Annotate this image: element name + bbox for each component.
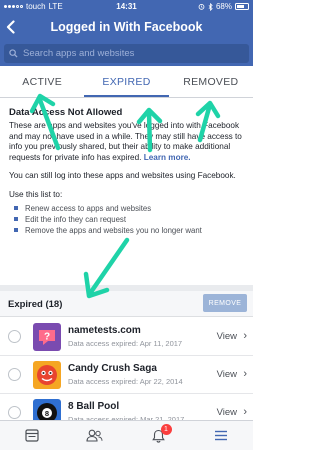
- expired-header: Expired (18) REMOVE: [0, 291, 253, 317]
- search-icon: [9, 49, 18, 58]
- use-list-item: Edit the info they can request: [9, 214, 246, 225]
- use-list-title: Use this list to:: [9, 189, 63, 199]
- list-item[interactable]: ? nametests.com Data access expired: Apr…: [0, 318, 253, 356]
- tab-menu[interactable]: [190, 421, 253, 450]
- bullet-icon: [14, 217, 18, 221]
- alarm-icon: [198, 3, 205, 10]
- nav-bar: Logged in With Facebook: [0, 14, 253, 42]
- search-bar: [0, 42, 253, 66]
- tab-active[interactable]: ACTIVE: [0, 66, 84, 97]
- status-bar: touch LTE 14:31 68%: [0, 0, 253, 14]
- chevron-right-icon: ›: [243, 330, 247, 342]
- bullet-icon: [14, 206, 18, 210]
- search-input[interactable]: [23, 48, 223, 59]
- info-paragraph-text: These are apps and websites you've logge…: [9, 121, 242, 162]
- info-panel: Data Access Not Allowed These are apps a…: [0, 99, 253, 285]
- select-radio[interactable]: [8, 406, 21, 419]
- select-radio[interactable]: [8, 368, 21, 381]
- remove-button[interactable]: REMOVE: [203, 294, 247, 312]
- tab-friends[interactable]: [63, 421, 126, 450]
- status-right: 68%: [198, 2, 249, 11]
- app-expired-date: Data access expired: Apr 22, 2014: [68, 377, 183, 386]
- svg-text:8: 8: [45, 409, 49, 418]
- select-radio[interactable]: [8, 330, 21, 343]
- news-feed-icon: [25, 429, 39, 442]
- app-name: Candy Crush Saga: [68, 363, 157, 374]
- nametests-app-icon: ?: [33, 323, 61, 351]
- tab-bar: ACTIVE EXPIRED REMOVED: [0, 66, 253, 98]
- battery-icon: [235, 3, 249, 10]
- chevron-right-icon: ›: [243, 368, 247, 380]
- battery-percent: 68%: [215, 2, 232, 11]
- use-list-item: Remove the apps and websites you no long…: [9, 225, 246, 236]
- menu-icon: [215, 430, 228, 441]
- app-name: nametests.com: [68, 325, 141, 336]
- bluetooth-icon: [208, 2, 213, 11]
- info-login-note: You can still log into these apps and we…: [9, 171, 236, 180]
- list-item[interactable]: Candy Crush Saga Data access expired: Ap…: [0, 356, 253, 394]
- view-link[interactable]: View: [217, 331, 237, 342]
- tab-news-feed[interactable]: [0, 421, 63, 450]
- use-list-item: Renew access to apps and websites: [9, 203, 246, 214]
- view-link[interactable]: View: [217, 369, 237, 380]
- svg-text:?: ?: [44, 332, 50, 343]
- app-list: ? nametests.com Data access expired: Apr…: [0, 318, 253, 432]
- use-list: Renew access to apps and websites Edit t…: [9, 203, 246, 236]
- bullet-icon: [14, 228, 18, 232]
- app-expired-date: Data access expired: Apr 11, 2017: [68, 339, 183, 348]
- search-box[interactable]: [4, 44, 249, 63]
- bottom-tab-bar: 1: [0, 420, 253, 450]
- app-name: 8 Ball Pool: [68, 401, 120, 412]
- candy-crush-app-icon: [33, 361, 61, 389]
- friends-icon: [86, 429, 103, 442]
- learn-more-link[interactable]: Learn more.: [144, 153, 191, 162]
- notification-badge: 1: [160, 424, 172, 435]
- info-heading: Data Access Not Allowed: [9, 107, 123, 118]
- tab-notifications[interactable]: 1: [127, 421, 190, 450]
- tab-removed[interactable]: REMOVED: [169, 66, 253, 97]
- tab-expired[interactable]: EXPIRED: [84, 66, 169, 97]
- view-link[interactable]: View: [217, 407, 237, 418]
- expired-count-label: Expired (18): [8, 299, 63, 310]
- page-title: Logged in With Facebook: [50, 20, 203, 34]
- chevron-right-icon: ›: [243, 406, 247, 418]
- info-paragraph: These are apps and websites you've logge…: [9, 121, 246, 163]
